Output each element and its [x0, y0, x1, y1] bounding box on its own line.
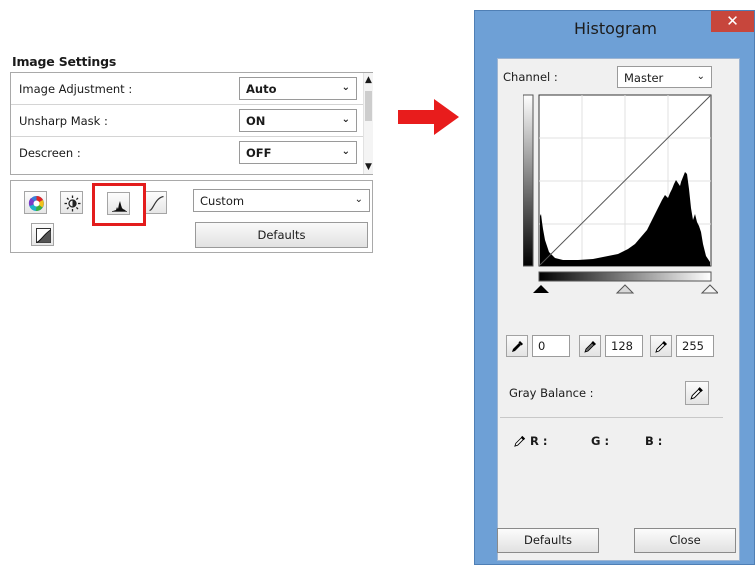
- chevron-down-icon: ⌄: [696, 71, 705, 82]
- eyedropper-icon: [690, 387, 703, 400]
- color-balance-button[interactable]: [24, 191, 47, 214]
- chevron-down-icon: ⌄: [341, 146, 350, 157]
- shadow-slider-handle[interactable]: [533, 285, 549, 293]
- descreen-select[interactable]: OFF ⌄: [239, 141, 357, 164]
- input-gradient-bar: [538, 271, 712, 282]
- chevron-down-icon: ⌄: [341, 82, 350, 93]
- shadow-eyedropper-button[interactable]: [506, 335, 528, 357]
- channel-value: Master: [624, 71, 664, 85]
- chevron-down-icon: ⌄: [354, 194, 363, 205]
- histogram-graph: [523, 94, 718, 294]
- image-settings-panel: Image Adjustment : Auto ⌄ Unsharp Mask :…: [10, 72, 373, 175]
- image-adjustment-row: Image Adjustment : Auto ⌄: [11, 73, 363, 104]
- defaults-button[interactable]: Defaults: [195, 222, 368, 248]
- descreen-value: OFF: [246, 146, 272, 160]
- histogram-highlight-box: [92, 183, 146, 226]
- brightness-contrast-button[interactable]: [60, 191, 83, 214]
- highlight-slider-handle[interactable]: [700, 284, 718, 294]
- tone-curve-button[interactable]: [144, 191, 167, 214]
- chevron-down-icon: ⌄: [341, 114, 350, 125]
- section-divider: [500, 417, 723, 418]
- unsharp-mask-value: ON: [246, 114, 266, 128]
- brightness-contrast-icon: [64, 195, 81, 212]
- image-adjustment-value: Auto: [246, 82, 277, 96]
- highlight-eyedropper-button[interactable]: [650, 335, 672, 357]
- scroll-thumb[interactable]: [365, 91, 372, 121]
- close-icon[interactable]: ✕: [711, 11, 754, 32]
- gray-balance-eyedropper-button[interactable]: [685, 381, 709, 405]
- channel-select[interactable]: Master ⌄: [617, 66, 712, 88]
- midtone-eyedropper-button[interactable]: [579, 335, 601, 357]
- scroll-down-icon[interactable]: ▼: [365, 162, 372, 172]
- highlight-value-field[interactable]: 255: [676, 335, 714, 357]
- descreen-label: Descreen :: [19, 146, 81, 160]
- color-balance-icon: [28, 196, 44, 212]
- threshold-icon: [36, 228, 51, 243]
- gray-eyedropper-icon: [584, 341, 596, 353]
- output-gradient-bar: [523, 94, 534, 267]
- r-value-label: R :: [530, 434, 548, 448]
- midtone-value-field[interactable]: 128: [605, 335, 643, 357]
- settings-scrollbar[interactable]: ▲ ▼: [363, 73, 373, 174]
- tone-preset-value: Custom: [200, 194, 245, 208]
- tone-preset-select[interactable]: Custom ⌄: [193, 189, 370, 212]
- image-settings-title: Image Settings: [12, 54, 117, 69]
- channel-label: Channel :: [503, 70, 558, 84]
- threshold-button[interactable]: [31, 223, 54, 246]
- dialog-defaults-button[interactable]: Defaults: [497, 528, 599, 553]
- b-value-label: B :: [645, 434, 663, 448]
- g-value-label: G :: [591, 434, 610, 448]
- shadow-value-field[interactable]: 0: [532, 335, 570, 357]
- right-arrow-icon: [398, 99, 459, 135]
- unsharp-mask-row: Unsharp Mask : ON ⌄: [11, 105, 363, 136]
- image-adjustment-select[interactable]: Auto ⌄: [239, 77, 357, 100]
- midtone-slider-handle[interactable]: [615, 284, 635, 294]
- unsharp-mask-label: Unsharp Mask :: [19, 114, 108, 128]
- descreen-row: Descreen : OFF ⌄: [11, 137, 363, 168]
- gray-balance-label: Gray Balance :: [509, 386, 594, 400]
- black-eyedropper-icon: [512, 341, 523, 352]
- tone-curve-icon: [149, 195, 164, 212]
- dialog-close-button[interactable]: Close: [634, 528, 736, 553]
- white-eyedropper-icon: [655, 341, 667, 353]
- eyedropper-icon: [514, 435, 526, 447]
- scroll-up-icon[interactable]: ▲: [365, 75, 372, 85]
- unsharp-mask-select[interactable]: ON ⌄: [239, 109, 357, 132]
- image-adjustment-label: Image Adjustment :: [19, 82, 133, 96]
